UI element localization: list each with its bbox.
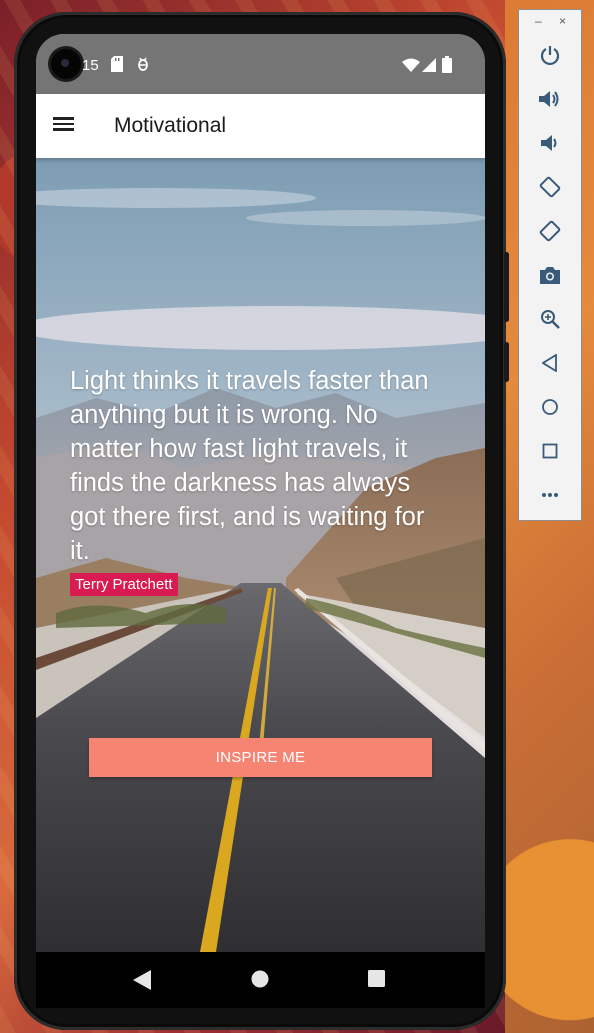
app-title: Motivational bbox=[114, 114, 227, 137]
front-camera bbox=[51, 49, 81, 79]
app-bar: Motivational bbox=[36, 94, 485, 158]
hamburger-menu-icon[interactable] bbox=[52, 114, 76, 138]
zoom-icon[interactable] bbox=[535, 304, 565, 334]
overview-icon[interactable] bbox=[535, 436, 565, 466]
battery-icon bbox=[442, 56, 452, 73]
volume-up-icon[interactable] bbox=[535, 84, 565, 114]
status-bar: 15 bbox=[36, 34, 485, 94]
more-icon[interactable] bbox=[535, 480, 565, 510]
minimize-button[interactable]: – bbox=[535, 14, 542, 28]
inspire-me-button[interactable]: INSPIRE ME bbox=[89, 738, 432, 777]
sd-card-icon bbox=[111, 56, 123, 72]
home-circle-icon[interactable] bbox=[251, 970, 269, 988]
recents-square-icon[interactable] bbox=[368, 970, 386, 988]
navigation-bar bbox=[36, 952, 485, 1008]
debug-icon bbox=[138, 57, 148, 71]
rotate-right-icon[interactable] bbox=[535, 216, 565, 246]
camera-icon[interactable] bbox=[535, 260, 565, 290]
quote-screen: Light thinks it travels faster than anyt… bbox=[36, 158, 485, 952]
volume-down-icon[interactable] bbox=[535, 128, 565, 158]
signal-icon bbox=[422, 58, 436, 72]
emulator-control-panel: – × bbox=[518, 9, 582, 521]
back-triangle-icon[interactable] bbox=[133, 970, 151, 990]
status-time: 15 bbox=[82, 57, 99, 74]
quote-text: Light thinks it travels faster than anyt… bbox=[70, 367, 429, 565]
back-icon[interactable] bbox=[535, 348, 565, 378]
device-screen: 15 Motivational Light thinks it travels … bbox=[36, 34, 485, 952]
quote-author-badge: Terry Pratchett bbox=[70, 573, 178, 596]
close-button[interactable]: × bbox=[559, 14, 566, 28]
wifi-icon bbox=[402, 58, 420, 72]
home-icon[interactable] bbox=[535, 392, 565, 422]
power-icon[interactable] bbox=[535, 40, 565, 70]
rotate-left-icon[interactable] bbox=[535, 172, 565, 202]
